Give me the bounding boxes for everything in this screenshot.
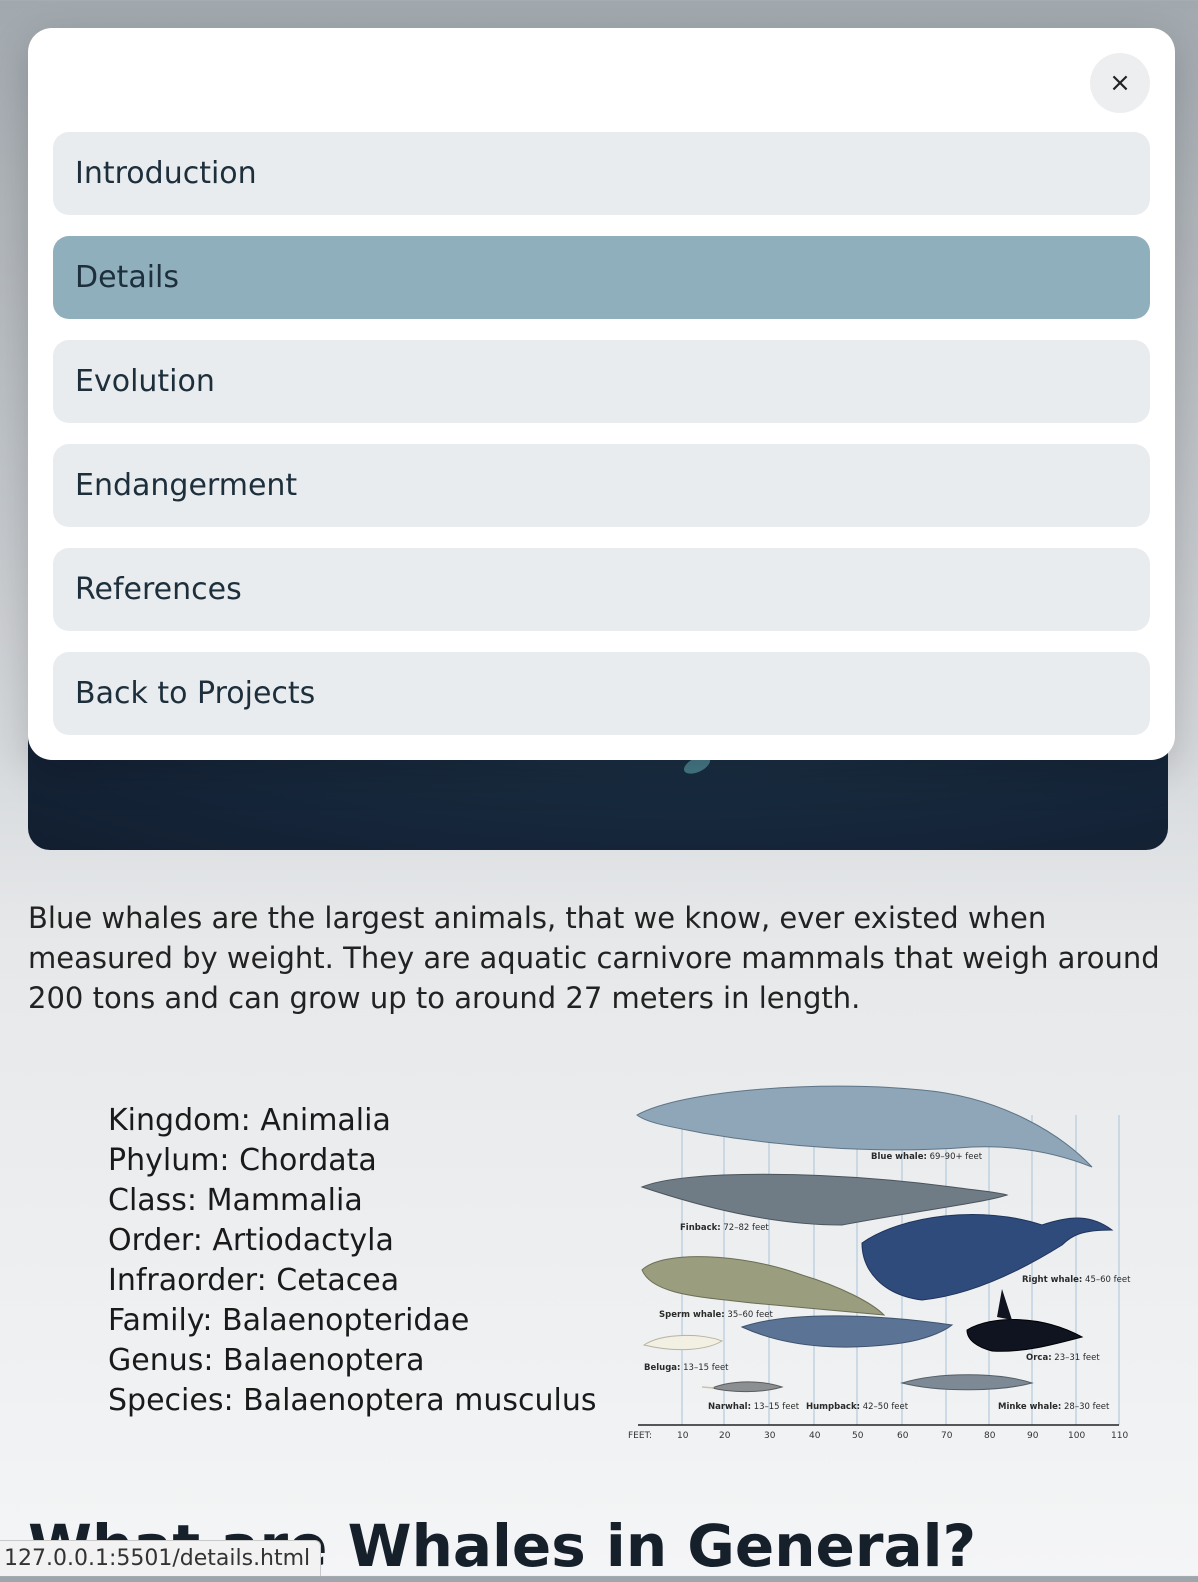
nav-item-endangerment[interactable]: Endangerment (53, 444, 1150, 527)
axis-unit-label: FEET: (628, 1431, 652, 1441)
taxonomy-genus: Genus: Balaenoptera (108, 1343, 425, 1378)
label-blue-whale: Blue whale: 69–90+ feet (871, 1152, 983, 1162)
label-finback: Finback: 72–82 feet (680, 1223, 769, 1233)
nav-item-label: Details (75, 260, 180, 295)
nav-item-references[interactable]: References (53, 548, 1150, 631)
axis-tick-40: 40 (809, 1431, 821, 1441)
axis-tick-90: 90 (1027, 1431, 1039, 1441)
narwhal-figure (710, 1381, 784, 1393)
humpback-whale-figure (740, 1315, 954, 1348)
nav-item-evolution[interactable]: Evolution (53, 340, 1150, 423)
blue-whale-figure (636, 1085, 1093, 1168)
label-right-whale: Right whale: 45–60 feet (1022, 1275, 1131, 1285)
nav-menu: Introduction Details Evolution Endangerm… (53, 132, 1150, 756)
label-sperm-whale: Sperm whale: 35–60 feet (659, 1310, 773, 1320)
minke-whale-figure (900, 1374, 1034, 1391)
axis-tick-30: 30 (764, 1431, 776, 1441)
label-minke-whale: Minke whale: 28–30 feet (998, 1402, 1110, 1412)
label-beluga: Beluga: 13–15 feet (644, 1363, 729, 1373)
close-button[interactable]: × (1090, 53, 1150, 113)
axis-tick-110: 110 (1111, 1431, 1128, 1441)
nav-item-label: Introduction (75, 156, 257, 191)
close-icon: × (1109, 68, 1131, 98)
navigation-modal: × Introduction Details Evolution Endange… (28, 28, 1175, 760)
label-narwhal: Narwhal: 13–15 feet (708, 1402, 800, 1412)
nav-item-label: Endangerment (75, 468, 298, 503)
nav-item-label: Evolution (75, 364, 215, 399)
taxonomy-infraorder: Infraorder: Cetacea (108, 1263, 400, 1298)
axis-tick-10: 10 (677, 1431, 689, 1441)
intro-paragraph: Blue whales are the largest animals, tha… (28, 901, 1160, 1015)
right-whale-figure (861, 1214, 1114, 1301)
whale-size-comparison-image: Blue whale: 69–90+ feet Finback: 72–82 f… (628, 1085, 1131, 1441)
nav-item-introduction[interactable]: Introduction (53, 132, 1150, 215)
browser-status-url: 127.0.0.1:5501/details.html (0, 1540, 322, 1576)
beluga-figure (642, 1334, 724, 1351)
axis-tick-20: 20 (719, 1431, 731, 1441)
nav-item-back-to-projects[interactable]: Back to Projects (53, 652, 1150, 735)
axis-tick-80: 80 (984, 1431, 996, 1441)
taxonomy-family: Family: Balaenopteridae (108, 1303, 470, 1338)
label-humpback: Humpback: 42–50 feet (806, 1402, 909, 1412)
axis-tick-70: 70 (941, 1431, 953, 1441)
axis-tick-50: 50 (852, 1431, 864, 1441)
sperm-whale-figure (641, 1256, 886, 1316)
axis-tick-60: 60 (897, 1431, 909, 1441)
nav-item-label: References (75, 572, 242, 607)
orca-figure (966, 1319, 1084, 1352)
nav-item-details[interactable]: Details (53, 236, 1150, 319)
taxonomy-kingdom: Kingdom: Animalia (108, 1103, 391, 1138)
taxonomy-species: Species: Balaenoptera musculus (108, 1383, 597, 1418)
nav-item-label: Back to Projects (75, 676, 316, 711)
taxonomy-phylum: Phylum: Chordata (108, 1143, 377, 1178)
taxonomy-list: Kingdom: Animalia Phylum: Chordata Class… (108, 1101, 596, 1421)
axis-tick-100: 100 (1068, 1431, 1085, 1441)
taxonomy-class: Class: Mammalia (108, 1183, 363, 1218)
taxonomy-order: Order: Artiodactyla (108, 1223, 394, 1258)
label-orca: Orca: 23–31 feet (1026, 1353, 1100, 1363)
